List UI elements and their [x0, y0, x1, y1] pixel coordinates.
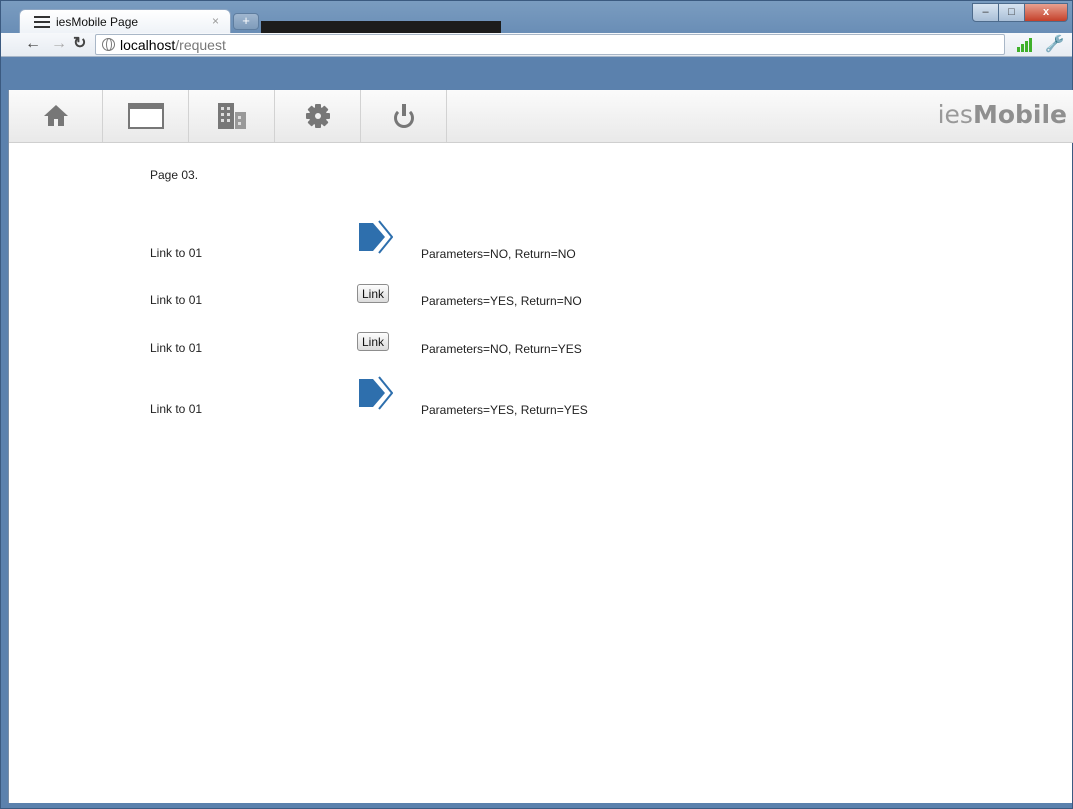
link-row: Link to 01 Parameters=NO, Return=NO — [9, 217, 1073, 261]
arrow-icon[interactable] — [357, 373, 393, 413]
page-viewport: iesMobile Page 03. Link to 01 Parameters… — [8, 90, 1073, 803]
tab-close-icon[interactable]: × — [212, 14, 219, 28]
maximize-button[interactable]: □ — [998, 3, 1025, 22]
forward-arrow-icon[interactable]: → — [51, 35, 67, 53]
settings-button[interactable] — [275, 90, 361, 142]
app-title-prefix: ies — [937, 100, 973, 129]
page-title: Page 03. — [150, 168, 199, 182]
tab-favicon-icon — [34, 16, 50, 28]
page-content: Page 03. Link to 01 Parameters=NO, Retur… — [9, 143, 1073, 803]
link-row: Link to 01 Parameters=YES, Return=YES — [9, 373, 1073, 417]
link-label: Link to 01 — [150, 293, 203, 307]
close-window-button[interactable]: x — [1024, 3, 1068, 22]
power-icon — [393, 104, 415, 128]
row-description: Parameters=YES, Return=NO — [421, 294, 582, 308]
link-label: Link to 01 — [150, 246, 203, 260]
reload-icon[interactable]: ↻ — [73, 35, 86, 53]
power-button[interactable] — [361, 90, 447, 142]
window-icon — [127, 103, 164, 129]
row-description: Parameters=YES, Return=YES — [421, 403, 588, 417]
link-row: Link to 01 Link Parameters=YES, Return=N… — [9, 281, 1073, 321]
link-button[interactable]: Link — [357, 284, 390, 303]
row-description: Parameters=NO, Return=YES — [421, 342, 582, 356]
title-bar: iesMobile Page × + – □ x — [1, 1, 1072, 34]
building-icon — [217, 103, 246, 129]
arrow-icon[interactable] — [357, 217, 393, 257]
wrench-icon[interactable]: 🔧 — [1045, 34, 1065, 54]
row-description: Parameters=NO, Return=NO — [421, 247, 576, 261]
globe-icon — [102, 38, 115, 51]
browser-toolbar: ← → ↻ localhost/request ☆ 🔧 — [1, 33, 1072, 57]
link-row: Link to 01 Link Parameters=NO, Return=YE… — [9, 329, 1073, 369]
tab-title: iesMobile Page — [56, 15, 139, 29]
url-path: /request — [175, 37, 226, 53]
window-controls: – □ x — [972, 3, 1068, 23]
url-text[interactable]: localhost/request — [120, 37, 226, 53]
new-tab-button[interactable]: + — [233, 13, 259, 30]
link-label: Link to 01 — [150, 402, 203, 416]
app-toolbar: iesMobile — [9, 90, 1073, 143]
app-title: iesMobile — [938, 100, 1067, 129]
link-button[interactable]: Link — [357, 332, 390, 351]
url-host: localhost — [120, 37, 176, 53]
building-button[interactable] — [189, 90, 275, 142]
browser-window: iesMobile Page × + – □ x ← → ↻ localhost… — [0, 0, 1073, 809]
gear-icon — [305, 104, 330, 128]
address-bar[interactable]: localhost/request ☆ — [95, 34, 1005, 55]
app-title-bold: Mobile — [972, 100, 1067, 129]
link-label: Link to 01 — [150, 341, 203, 355]
browser-tab[interactable]: iesMobile Page × — [19, 9, 231, 34]
signal-bars-icon[interactable] — [1017, 38, 1033, 52]
home-button[interactable] — [9, 90, 103, 142]
title-bar-background — [261, 21, 501, 33]
minimize-button[interactable]: – — [972, 3, 999, 22]
home-icon — [43, 105, 68, 127]
window-button[interactable] — [103, 90, 189, 142]
back-arrow-icon[interactable]: ← — [25, 35, 41, 53]
